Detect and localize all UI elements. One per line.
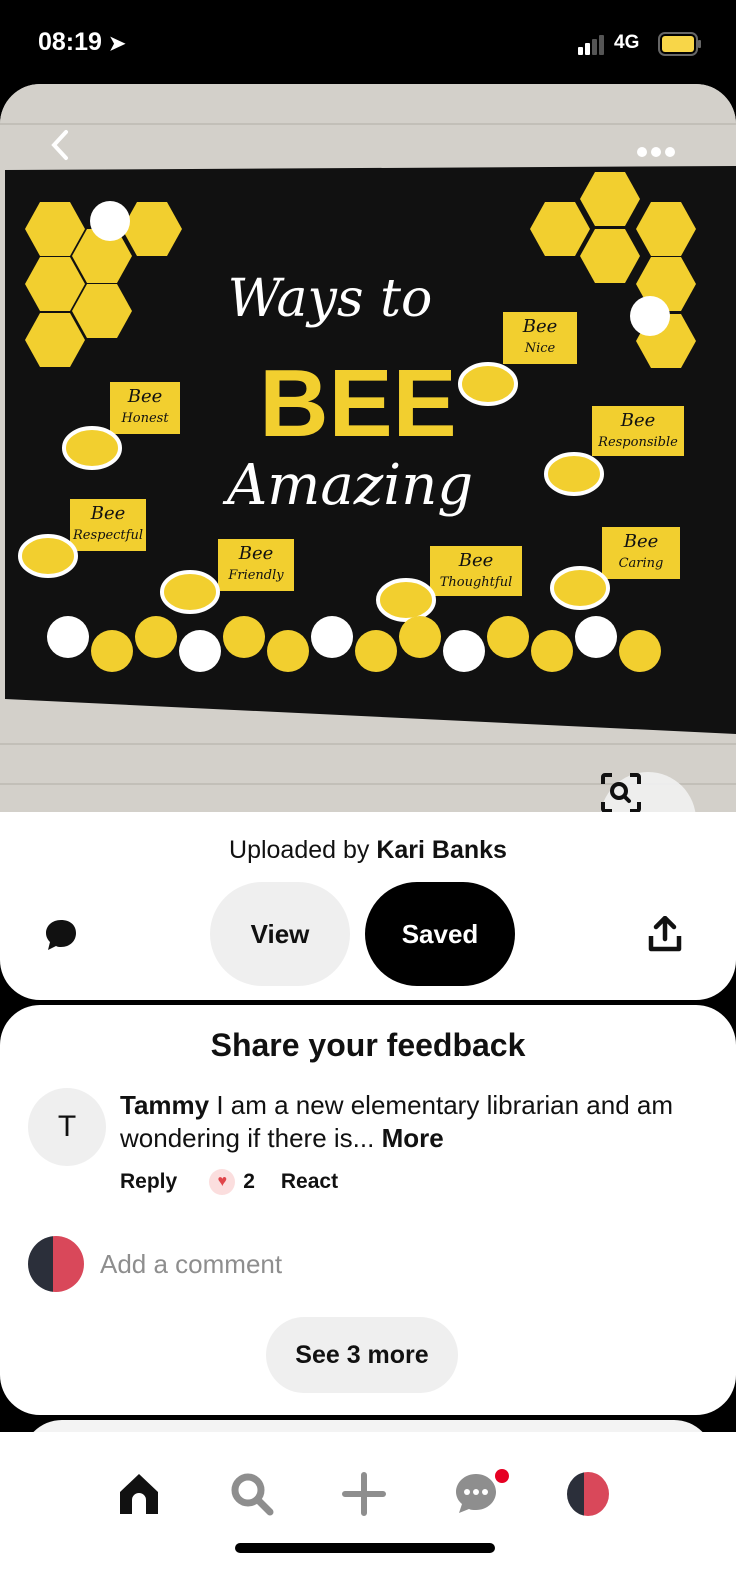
- add-comment-input[interactable]: Add a comment: [100, 1249, 282, 1280]
- bottom-nav: [0, 1432, 736, 1592]
- more-link[interactable]: More: [382, 1123, 444, 1153]
- flower-cutout: [619, 630, 661, 672]
- status-bar: 08:19 ➤ 4G: [0, 0, 736, 84]
- create-plus-icon[interactable]: [342, 1472, 386, 1516]
- bee-cutout: [458, 362, 518, 406]
- bee-label-text: Caring: [619, 556, 664, 571]
- saved-button[interactable]: Saved: [365, 882, 515, 986]
- home-icon[interactable]: [118, 1472, 160, 1516]
- bee-label-text: Thoughtful: [440, 575, 513, 590]
- battery-icon: [658, 32, 701, 56]
- profile-avatar[interactable]: [567, 1472, 609, 1516]
- commenter-avatar[interactable]: T: [28, 1088, 106, 1166]
- signal-icon: [578, 35, 604, 55]
- flower-cutout: [531, 630, 573, 672]
- uploaded-by: Uploaded by Kari Banks: [229, 836, 507, 864]
- bee-cutout: [160, 570, 220, 614]
- bee-label-text: Bee: [238, 543, 274, 564]
- location-arrow-icon: ➤: [108, 33, 126, 55]
- reaction-count: 2: [243, 1170, 255, 1193]
- see-more-button[interactable]: See 3 more: [266, 1317, 458, 1393]
- flower-cutout: [487, 616, 529, 658]
- uploader-name[interactable]: Kari Banks: [376, 836, 507, 864]
- feedback-title: Share your feedback: [210, 1027, 526, 1063]
- react-button[interactable]: React: [281, 1170, 338, 1194]
- board-text-bee: BEE: [259, 350, 456, 457]
- flower-cutout: [267, 630, 309, 672]
- view-button[interactable]: View: [210, 882, 350, 986]
- share-icon[interactable]: [648, 916, 682, 952]
- bee-label-text: Nice: [524, 341, 556, 356]
- bee-label-text: Bee: [90, 503, 126, 524]
- pin-image[interactable]: Ways to BEE Amazing Bee Nice Bee Honest Bee R…: [0, 84, 736, 814]
- bee-label-text: Responsible: [597, 435, 678, 450]
- feedback-card: Share your feedback T Tammy I am a new e…: [0, 1005, 736, 1415]
- flower-cutout: [91, 630, 133, 672]
- network-type: 4G: [614, 32, 640, 53]
- flower-cutout: [311, 616, 353, 658]
- bee-label-text: Bee: [620, 410, 656, 431]
- notification-dot: [495, 1469, 509, 1483]
- reply-button[interactable]: Reply: [120, 1170, 177, 1194]
- board-text-ways-to: Ways to: [228, 269, 433, 329]
- flower-cutout: [223, 616, 265, 658]
- bee-label-text: Honest: [120, 411, 169, 426]
- heart-reaction-icon: ♥: [209, 1169, 236, 1195]
- bee-cutout: [376, 578, 436, 622]
- flower-cutout: [575, 616, 617, 658]
- pin-actions: Uploaded by Kari Banks View Saved: [0, 812, 736, 1000]
- lens-search-icon: [601, 773, 641, 813]
- flower-cutout: [399, 616, 441, 658]
- bee-cutout: [18, 534, 78, 578]
- flower-cutout: [135, 616, 177, 658]
- comment-actions: Reply ♥ 2 React: [120, 1169, 338, 1195]
- bulletin-board-photo: Ways to BEE Amazing Bee Nice Bee Honest Bee R…: [0, 84, 736, 814]
- bee-cutout: [544, 452, 604, 496]
- flower-cutout: [47, 616, 89, 658]
- bee-label-text: Bee: [127, 386, 163, 407]
- bee-label-text: Respectful: [72, 528, 143, 543]
- flower-cutout: [443, 630, 485, 672]
- comment-text: Tammy I am a new elementary librarian an…: [120, 1090, 673, 1153]
- flower-cutout: [355, 630, 397, 672]
- user-avatar: [28, 1236, 84, 1292]
- comment-icon[interactable]: [44, 918, 78, 952]
- board-text-amazing: Amazing: [222, 453, 473, 518]
- search-icon[interactable]: [230, 1472, 274, 1516]
- status-time: 08:19 ➤: [38, 28, 126, 56]
- bee-label-text: Bee: [522, 316, 558, 337]
- bee-label-text: Bee: [623, 531, 659, 552]
- bee-cutout: [550, 566, 610, 610]
- home-indicator: [235, 1543, 495, 1553]
- comment-author[interactable]: Tammy: [120, 1090, 209, 1120]
- flower-cutout: [179, 630, 221, 672]
- bee-label-text: Bee: [458, 550, 494, 571]
- messages-icon[interactable]: [454, 1468, 514, 1518]
- bee-label-text: Friendly: [227, 568, 284, 583]
- bee-cutout: [62, 426, 122, 470]
- more-options-icon[interactable]: [636, 146, 676, 158]
- back-chevron-icon[interactable]: [46, 128, 72, 162]
